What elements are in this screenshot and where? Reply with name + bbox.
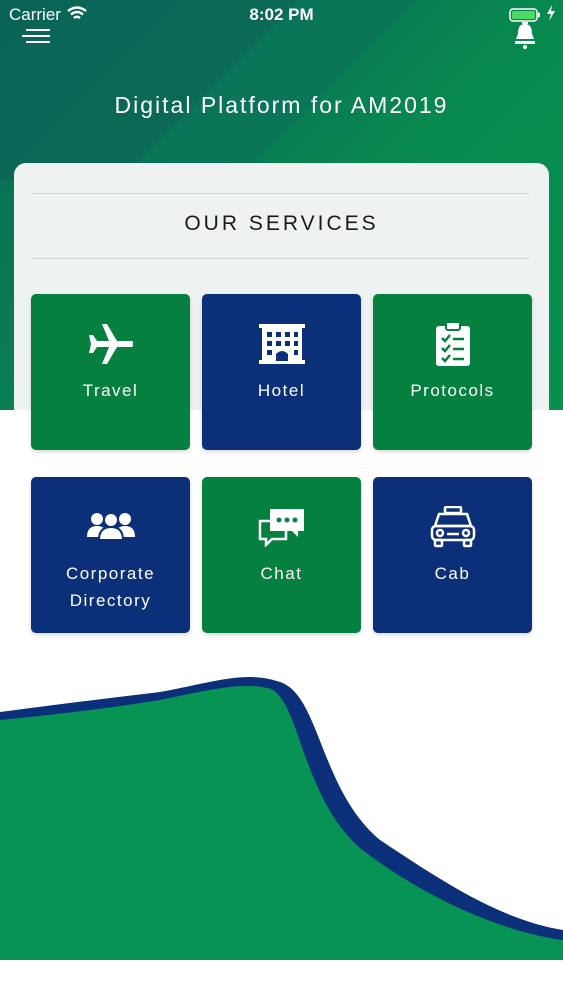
tile-label-hotel: Hotel <box>257 381 306 400</box>
tile-label-protocols: Protocols <box>410 381 495 400</box>
menu-button[interactable] <box>22 26 54 46</box>
clock: 8:02 PM <box>249 5 314 24</box>
services-title: OUR SERVICES <box>184 212 379 235</box>
chat-icon <box>202 507 361 547</box>
tile-label-chat: Chat <box>260 564 303 583</box>
airplane-icon <box>31 322 190 366</box>
notifications-button[interactable] <box>510 20 540 50</box>
tile-label-cab: Cab <box>434 564 471 583</box>
divider <box>32 193 529 194</box>
bottom-wave-decoration <box>0 676 563 960</box>
bell-icon <box>515 22 535 49</box>
service-tile-cab[interactable]: Cab <box>373 477 532 633</box>
taxi-icon <box>373 506 532 548</box>
hotel-icon <box>202 324 361 364</box>
app-title: Digital Platform for AM2019 <box>114 92 449 118</box>
status-bar: Carrier 8:02 PM <box>0 0 563 30</box>
tile-label-corporate-directory: Corporate Directory <box>65 564 156 610</box>
users-icon <box>31 511 190 541</box>
service-tile-hotel[interactable]: Hotel <box>202 294 361 450</box>
service-tile-corporate-directory[interactable]: Corporate Directory <box>31 477 190 633</box>
service-tile-protocols[interactable]: Protocols <box>373 294 532 450</box>
clipboard-check-icon <box>373 321 532 367</box>
hamburger-icon <box>22 29 50 43</box>
tile-label-travel: Travel <box>82 381 139 400</box>
service-tile-travel[interactable]: Travel <box>31 294 190 450</box>
divider <box>32 258 529 259</box>
service-tile-chat[interactable]: Chat <box>202 477 361 633</box>
charging-icon <box>546 5 556 26</box>
